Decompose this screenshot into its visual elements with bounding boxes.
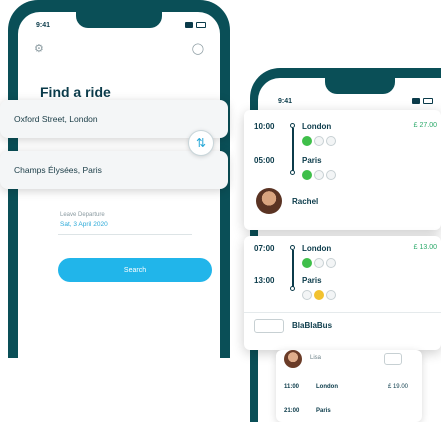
status-time: 9:41 [278, 97, 293, 105]
phone-notch [325, 78, 396, 94]
divider [244, 312, 441, 313]
seat-free-icon [326, 136, 336, 146]
page-title: Find a ride [40, 84, 111, 100]
top-icon-bar: ⚙ ◯ [34, 42, 204, 55]
status-bar: 9:41 [36, 20, 206, 30]
signal-icon [412, 98, 420, 104]
arrival-city: Paris [302, 276, 322, 285]
seat-free-icon [326, 170, 336, 180]
departure-city: London [302, 244, 332, 253]
departure-time: 10:00 [254, 122, 275, 131]
route-dot [290, 286, 295, 291]
driver-name: BlaBlaBus [292, 321, 333, 330]
route-line [292, 128, 294, 174]
swap-arrows-icon[interactable]: ⇅ [188, 130, 214, 156]
route-dot [290, 170, 295, 175]
ride-card[interactable]: 07:00 London £ 13.00 13:00 Paris BlaBlaB… [244, 236, 441, 350]
departure-time: 11:00 [284, 384, 300, 390]
to-field[interactable]: Champs Élysées, Paris [0, 151, 228, 189]
seat-free-icon [326, 258, 336, 268]
date-label: Leave Departure [60, 212, 105, 218]
seat-taken-icon [302, 170, 312, 180]
seat-free-icon [326, 290, 336, 300]
search-button[interactable]: Search [58, 258, 212, 282]
signal-icon [185, 22, 193, 28]
ride-price: £ 13.00 [413, 244, 437, 251]
date-value[interactable]: Sat, 3 April 2020 [60, 221, 108, 228]
ride-card[interactable]: 10:00 London £ 27.00 05:00 Paris Rachel [244, 110, 441, 230]
seat-indicators [302, 290, 336, 300]
divider [58, 234, 192, 235]
route-dot [290, 245, 295, 250]
status-icons [185, 22, 206, 28]
departure-time: 07:00 [254, 244, 275, 253]
departure-city: London [316, 384, 338, 390]
seat-taken-icon [302, 258, 312, 268]
ride-price: £ 27.00 [413, 122, 437, 129]
seat-highlight-icon [314, 290, 324, 300]
bus-logo-icon [254, 319, 284, 333]
seat-free-icon [314, 258, 324, 268]
ride-card[interactable]: Lisa 11:00 London £ 19.00 21:00 Paris [276, 350, 422, 422]
battery-icon [423, 98, 433, 104]
ride-price: £ 19.00 [387, 384, 408, 390]
seat-free-icon [314, 170, 324, 180]
chat-icon[interactable]: ◯ [192, 42, 204, 55]
arrival-time: 05:00 [254, 156, 275, 165]
status-icons [412, 98, 433, 104]
avatar [284, 350, 302, 368]
avatar [256, 188, 282, 214]
driver-name: Rachel [292, 197, 319, 206]
seat-indicators [302, 136, 336, 146]
status-time: 9:41 [36, 21, 51, 29]
driver-name: Lisa [310, 355, 322, 361]
seat-free-icon [314, 136, 324, 146]
seat-indicators [302, 258, 336, 268]
route-dot [290, 123, 295, 128]
gear-icon[interactable]: ⚙ [34, 42, 44, 55]
arrival-city: Paris [316, 408, 331, 414]
arrival-time: 21:00 [284, 408, 300, 414]
seat-taken-icon [302, 136, 312, 146]
departure-city: London [302, 122, 332, 131]
seat-indicators [302, 170, 336, 180]
badge-icon [384, 353, 402, 365]
status-bar: 9:41 [278, 96, 433, 106]
arrival-city: Paris [302, 156, 322, 165]
seat-free-icon [302, 290, 312, 300]
battery-icon [196, 22, 206, 28]
route-line [292, 250, 294, 288]
arrival-time: 13:00 [254, 276, 275, 285]
